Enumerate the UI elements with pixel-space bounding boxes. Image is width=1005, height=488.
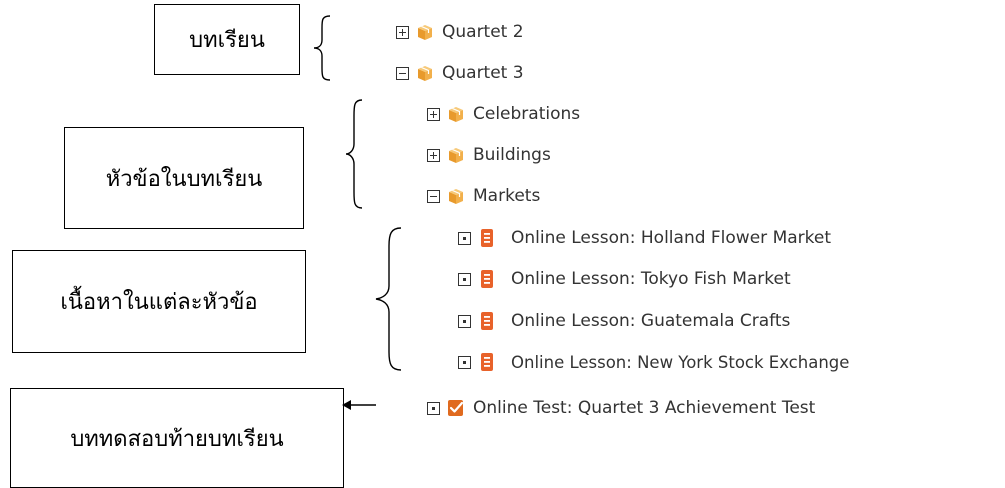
- test-annotation-text: บททดสอบท้ายบทเรียน: [70, 426, 284, 452]
- leaf-icon: [427, 401, 440, 415]
- tree-node-test[interactable]: Online Test: Quartet 3 Achievement Test: [427, 395, 815, 421]
- tree-node-lesson[interactable]: Online Lesson: Tokyo Fish Market: [458, 266, 791, 292]
- leaf-icon: [458, 355, 471, 369]
- topic-annotation-box: หัวข้อในบทเรียน: [64, 127, 304, 229]
- tree-node-quartet-2[interactable]: Quartet 2: [396, 19, 524, 45]
- content-brace: [375, 227, 402, 371]
- tree-node-label: Celebrations: [473, 104, 581, 124]
- test-annotation-box: บททดสอบท้ายบทเรียน: [10, 388, 344, 488]
- tree-node-markets[interactable]: Markets: [427, 183, 540, 209]
- document-icon: [481, 312, 493, 330]
- tree-node-lesson[interactable]: Online Lesson: New York Stock Exchange: [458, 349, 849, 375]
- tree-node-lesson[interactable]: Online Lesson: Guatemala Crafts: [458, 308, 790, 334]
- document-icon: [481, 229, 493, 247]
- tree-node-label: Online Lesson: Holland Flower Market: [511, 228, 832, 248]
- expand-icon[interactable]: [396, 25, 409, 39]
- tree-node-celebrations[interactable]: Celebrations: [427, 101, 580, 127]
- package-icon: [449, 189, 463, 204]
- tree-node-label: Online Test: Quartet 3 Achievement Test: [473, 398, 816, 418]
- tree-node-label: Online Lesson: New York Stock Exchange: [511, 352, 850, 372]
- tree-node-label: Quartet 3: [442, 63, 524, 83]
- test-arrow: [342, 400, 376, 410]
- leaf-icon: [458, 314, 471, 328]
- expand-icon[interactable]: [427, 148, 440, 162]
- tree-node-label: Buildings: [473, 145, 551, 165]
- tree-node-label: Online Lesson: Guatemala Crafts: [511, 311, 791, 331]
- lesson-annotation-box: บทเรียน: [154, 4, 300, 75]
- document-icon: [481, 353, 493, 371]
- collapse-icon[interactable]: [427, 189, 440, 203]
- tree-node-label: Markets: [473, 186, 541, 206]
- package-icon: [449, 107, 463, 122]
- document-icon: [481, 270, 493, 288]
- lesson-annotation-text: บทเรียน: [189, 28, 265, 53]
- package-icon: [449, 148, 463, 163]
- tree-node-label: Online Lesson: Tokyo Fish Market: [511, 269, 791, 289]
- topic-annotation-text: หัวข้อในบทเรียน: [105, 166, 263, 192]
- content-annotation-box: เนื้อหาในแต่ละหัวข้อ: [12, 250, 306, 353]
- tree-node-quartet-3[interactable]: Quartet 3: [396, 60, 524, 86]
- leaf-icon: [458, 272, 471, 286]
- topic-brace: [345, 99, 363, 209]
- expand-icon[interactable]: [427, 107, 440, 121]
- tree-node-buildings[interactable]: Buildings: [427, 142, 551, 168]
- leaf-icon: [458, 231, 471, 245]
- checklist-icon: [448, 400, 464, 416]
- package-icon: [418, 25, 432, 40]
- tree-node-label: Quartet 2: [442, 22, 524, 42]
- package-icon: [418, 66, 432, 81]
- collapse-icon[interactable]: [396, 66, 409, 80]
- lesson-brace: [313, 15, 331, 81]
- content-annotation-text: เนื้อหาในแต่ละหัวข้อ: [60, 290, 258, 315]
- tree-node-lesson[interactable]: Online Lesson: Holland Flower Market: [458, 225, 831, 251]
